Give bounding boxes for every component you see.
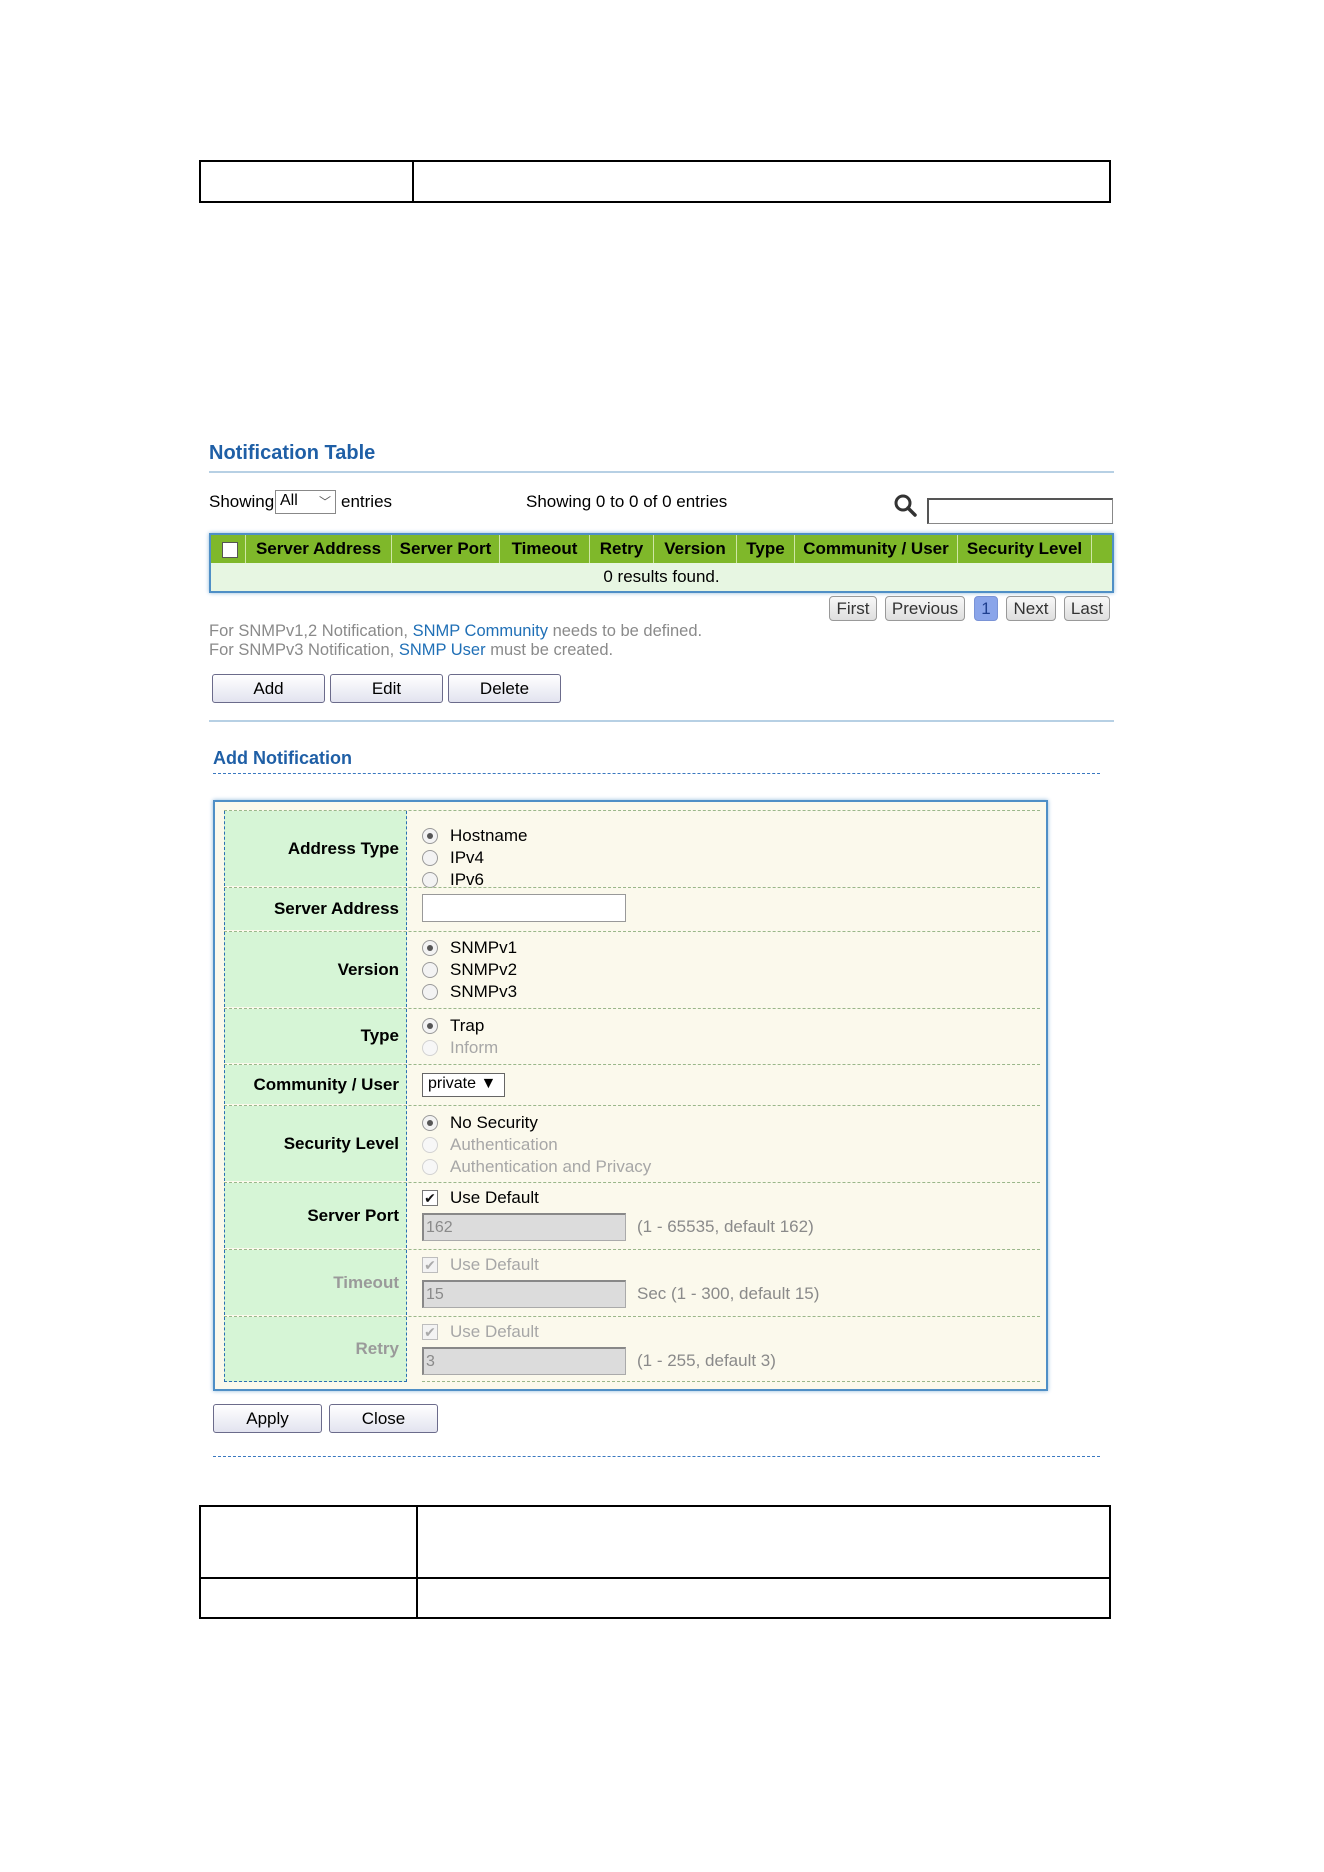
row-type: Type Trap Inform: [224, 1008, 1040, 1063]
row-server-address: Server Address: [224, 887, 1040, 930]
community-user-label: Community / User: [224, 1065, 407, 1104]
doc-cell: [416, 1577, 1111, 1619]
row-security-level: Security Level No Security Authenticatio…: [224, 1105, 1040, 1181]
note-text: For SNMPv1,2 Notification,: [209, 622, 413, 640]
delete-button[interactable]: Delete: [448, 674, 561, 703]
close-button[interactable]: Close: [329, 1404, 438, 1433]
showing-bar: Showing All ﹀ entries Showing 0 to 0 of …: [209, 490, 1114, 524]
add-notification-title: Add Notification: [213, 748, 352, 768]
timeout-label: Timeout: [224, 1250, 407, 1315]
row-address-type: Address Type Hostname IPv4 IPv6: [224, 810, 1040, 889]
col-timeout[interactable]: Timeout: [500, 535, 590, 563]
retry-label: Retry: [224, 1317, 407, 1382]
pagination: First Previous 1 Next Last: [0, 596, 1324, 621]
page-current-button[interactable]: 1: [974, 596, 998, 621]
note-text: must be created.: [485, 641, 614, 659]
note-text: needs to be defined.: [547, 622, 703, 640]
security-level-label: Security Level: [224, 1106, 407, 1181]
server-address-input[interactable]: [422, 894, 626, 922]
doc-cell: [412, 160, 1111, 203]
search-icon[interactable]: [893, 492, 919, 518]
notification-grid: Server Address Server Port Timeout Retry…: [209, 533, 1114, 593]
title-dashed-rule: [213, 773, 1100, 774]
type-label: Type: [224, 1009, 407, 1063]
col-type[interactable]: Type: [737, 535, 795, 563]
showing-count: Showing 0 to 0 of 0 entries: [526, 492, 728, 511]
page-previous-button[interactable]: Previous: [885, 596, 965, 621]
notification-table-title: Notification Table: [209, 442, 376, 464]
select-all-checkbox[interactable]: [211, 535, 246, 563]
entries-select[interactable]: All ﹀: [275, 490, 336, 514]
address-type-label: Address Type: [224, 811, 407, 886]
snmp-user-note: For SNMPv3 Notification, SNMP User must …: [209, 641, 613, 660]
add-button[interactable]: Add: [212, 674, 325, 703]
showing-label: Showing: [209, 492, 275, 511]
snmp-community-link[interactable]: SNMP Community: [413, 622, 548, 640]
grid-header: Server Address Server Port Timeout Retry…: [211, 535, 1112, 563]
col-retry[interactable]: Retry: [590, 535, 654, 563]
chevron-down-icon: ﹀: [318, 495, 331, 509]
col-server-address[interactable]: Server Address: [246, 535, 392, 563]
section-divider: [209, 720, 1114, 722]
doc-cell: [199, 1505, 418, 1579]
section-divider: [209, 471, 1114, 473]
doc-cell: [416, 1505, 1111, 1579]
page-first-button[interactable]: First: [829, 596, 877, 621]
page-last-button[interactable]: Last: [1064, 596, 1110, 621]
col-server-port[interactable]: Server Port: [392, 535, 500, 563]
retry-hint: (1 - 255, default 3): [637, 1351, 776, 1370]
doc-cell: [199, 160, 414, 203]
version-label: Version: [224, 932, 407, 1007]
server-port-hint: (1 - 65535, default 162): [637, 1217, 814, 1236]
doc-table-top: [199, 160, 1111, 203]
empty-message: 0 results found.: [211, 563, 1112, 591]
note-text: For SNMPv3 Notification,: [209, 641, 399, 659]
doc-cell: [199, 1577, 418, 1619]
col-security-level[interactable]: Security Level: [958, 535, 1092, 563]
snmp-community-note: For SNMPv1,2 Notification, SNMP Communit…: [209, 622, 702, 641]
page-next-button[interactable]: Next: [1006, 596, 1056, 621]
doc-table-bottom: [199, 1505, 1111, 1619]
apply-button[interactable]: Apply: [213, 1404, 322, 1433]
row-retry: Retry ✔ Use Default 3 (1 - 255, default 3…: [224, 1316, 1040, 1382]
server-address-label: Server Address: [224, 888, 407, 930]
form-dashed-rule: [213, 1456, 1100, 1457]
col-community-user[interactable]: Community / User: [795, 535, 958, 563]
row-server-port: Server Port ✔ Use Default 162 (1 - 65535,…: [224, 1182, 1040, 1248]
col-version[interactable]: Version: [654, 535, 737, 563]
server-port-label: Server Port: [224, 1183, 407, 1248]
search-input[interactable]: [927, 498, 1113, 524]
row-community-user: Community / User private ▼: [224, 1064, 1040, 1104]
entries-select-value: All: [280, 492, 298, 509]
edit-button[interactable]: Edit: [330, 674, 443, 703]
add-notification-form: Address Type Hostname IPv4 IPv6 Server A…: [213, 800, 1048, 1391]
snmp-user-link[interactable]: SNMP User: [399, 641, 486, 659]
retry-input[interactable]: 3: [422, 1347, 626, 1375]
server-port-input[interactable]: 162: [422, 1213, 626, 1241]
timeout-hint: Sec (1 - 300, default 15): [637, 1284, 820, 1303]
entries-label: entries: [341, 492, 393, 511]
row-timeout: Timeout ✔ Use Default 15 Sec (1 - 300, de…: [224, 1249, 1040, 1315]
community-user-select[interactable]: private ▼: [422, 1073, 505, 1097]
row-version: Version SNMPv1 SNMPv2 SNMPv3: [224, 931, 1040, 1007]
timeout-input[interactable]: 15: [422, 1280, 626, 1308]
col-filler: [1092, 535, 1112, 563]
